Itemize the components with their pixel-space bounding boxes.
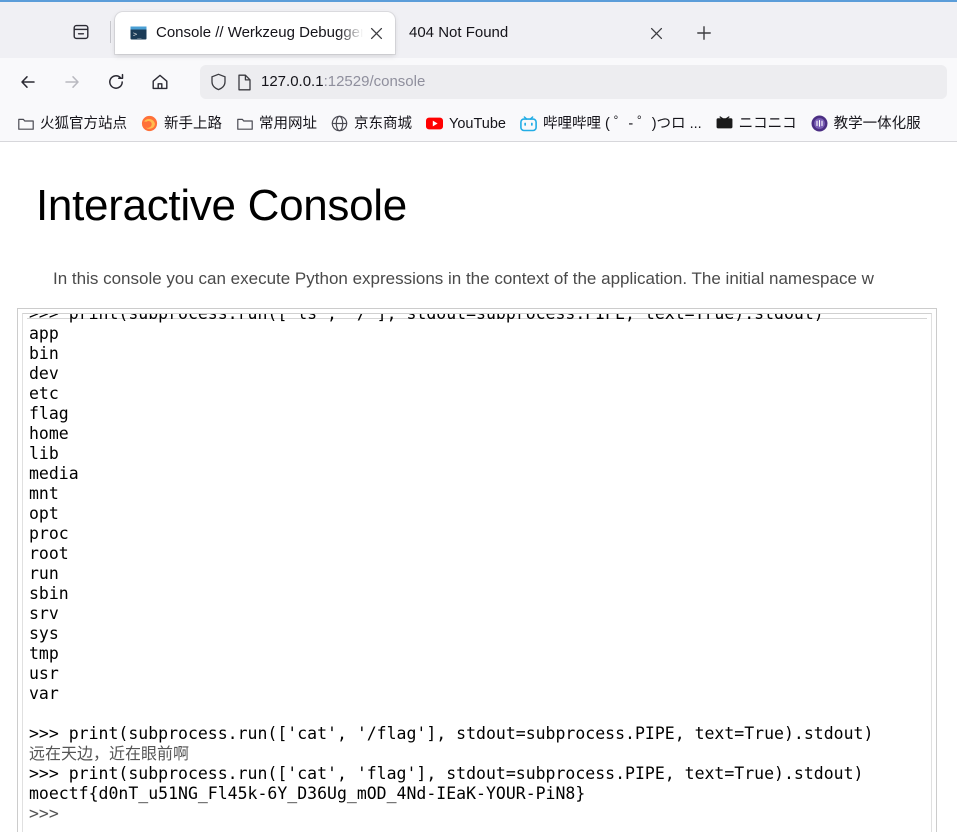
url-text[interactable]: 127.0.0.1:12529/console <box>261 72 425 92</box>
bookmark-label: 火狐官方站点 <box>40 115 127 132</box>
url-bar[interactable]: 127.0.0.1:12529/console <box>200 65 947 99</box>
page-description: In this console you can execute Python e… <box>53 269 874 288</box>
console-line-input: >>> print(subprocess.run(['ls', '/'], st… <box>29 313 824 323</box>
console-line-output: flag <box>29 404 69 423</box>
bilibili-icon <box>520 115 537 132</box>
bookmark-item-bilibili[interactable]: 哔哩哔哩 ( ゜- ゜)つロ ... <box>513 112 709 136</box>
console-line-output: sys <box>29 624 59 643</box>
console-line-output: app <box>29 324 59 343</box>
console-line-output: run <box>29 564 59 583</box>
bookmark-item-jd[interactable]: 京东商城 <box>324 112 419 136</box>
reload-icon[interactable] <box>98 65 134 99</box>
bookmark-item-firefox-official[interactable]: 火狐官方站点 <box>10 112 134 136</box>
console-line-output: srv <box>29 604 59 623</box>
forward-arrow-icon[interactable] <box>54 65 90 99</box>
console-line-output: home <box>29 424 69 443</box>
console-line-output: root <box>29 544 69 563</box>
page-content: Interactive Console In this console you … <box>0 142 957 832</box>
bookmark-item-teaching-platform[interactable]: 教学一体化服 <box>804 112 928 136</box>
page-title: Interactive Console <box>36 181 407 230</box>
bookmark-label: 教学一体化服 <box>833 115 921 132</box>
console-line-flag: moectf{d0nT_u51NG_Fl45k-6Y_D36Ug_mOD_4Nd… <box>29 784 586 803</box>
browser-window: >_ Console // Werkzeug Debugger 404 Not … <box>0 0 957 840</box>
back-arrow-icon[interactable] <box>10 65 46 99</box>
tab-strip: >_ Console // Werkzeug Debugger 404 Not … <box>0 2 957 58</box>
close-icon[interactable] <box>643 20 669 46</box>
browser-chrome: >_ Console // Werkzeug Debugger 404 Not … <box>0 0 957 142</box>
folder-icon <box>236 115 253 132</box>
console-line-output: lib <box>29 444 59 463</box>
bookmark-label: 新手上路 <box>164 115 222 132</box>
url-path: :12529/console <box>323 73 426 90</box>
bookmark-item-youtube[interactable]: YouTube <box>419 112 513 136</box>
folder-icon <box>17 115 34 132</box>
console-line-input: >>> print(subprocess.run(['cat', '/flag'… <box>29 724 874 743</box>
bookmark-label: 常用网址 <box>259 115 317 132</box>
globe-icon <box>331 115 348 132</box>
console-line-output: 远在天边，近在眼前啊 <box>29 744 190 763</box>
youtube-icon <box>426 115 443 132</box>
bookmark-item-getting-started[interactable]: 新手上路 <box>134 112 229 136</box>
purple-circle-icon <box>811 115 828 132</box>
home-icon[interactable] <box>142 65 178 99</box>
bookmark-item-niconico[interactable]: ニコニコ <box>709 112 804 136</box>
tab-title: 404 Not Found <box>409 24 509 41</box>
list-all-tabs-icon[interactable] <box>58 12 104 52</box>
tab-console[interactable]: >_ Console // Werkzeug Debugger <box>115 12 395 54</box>
terminal-icon: >_ <box>129 24 147 42</box>
url-host: 127.0.0.1 <box>261 73 324 90</box>
bookmark-label: 哔哩哔哩 ( ゜- ゜)つロ ... <box>542 115 702 132</box>
console-line-output: opt <box>29 504 59 523</box>
close-icon[interactable] <box>363 20 389 46</box>
console-line-output: sbin <box>29 584 69 603</box>
navigation-toolbar: 127.0.0.1:12529/console <box>0 58 957 106</box>
bookmark-label: YouTube <box>449 115 506 132</box>
bookmark-label: 京东商城 <box>354 115 412 132</box>
console-line-output: etc <box>29 384 59 403</box>
console-line-input: >>> print(subprocess.run(['cat', 'flag']… <box>29 764 864 783</box>
svg-text:>_: >_ <box>133 30 142 38</box>
console-output-box[interactable]: >>> print(subprocess.run(['ls', '/'], st… <box>17 308 937 832</box>
plus-icon[interactable] <box>687 16 721 50</box>
console-prompt: >>> <box>29 804 59 823</box>
bookmark-label: ニコニコ <box>738 115 797 132</box>
tab-404-not-found[interactable]: 404 Not Found <box>395 12 675 54</box>
bookmarks-toolbar: 火狐官方站点 新手上路 常用网址 京东商城 YouTube 哔哩哔哩 (゜- … <box>0 106 957 142</box>
console-line-output: bin <box>29 344 59 363</box>
console-line-output: var <box>29 684 59 703</box>
niconico-icon <box>716 115 733 132</box>
tab-separator <box>110 21 111 43</box>
firefox-icon <box>141 115 158 132</box>
page-info-icon[interactable] <box>237 74 252 91</box>
tab-title: Console // Werkzeug Debugger <box>156 24 363 41</box>
shield-icon[interactable] <box>210 73 227 91</box>
console-line-output: usr <box>29 664 59 683</box>
console-line-output: mnt <box>29 484 59 503</box>
console-line-output: tmp <box>29 644 59 663</box>
console-line-output: dev <box>29 364 59 383</box>
console-line-output: proc <box>29 524 69 543</box>
console-line-output: media <box>29 464 79 483</box>
console-transcript: >>> print(subprocess.run(['ls', '/'], st… <box>23 313 874 824</box>
bookmark-item-common-sites[interactable]: 常用网址 <box>229 112 324 136</box>
console-scroll-area[interactable]: >>> print(subprocess.run(['ls', '/'], st… <box>22 313 932 832</box>
